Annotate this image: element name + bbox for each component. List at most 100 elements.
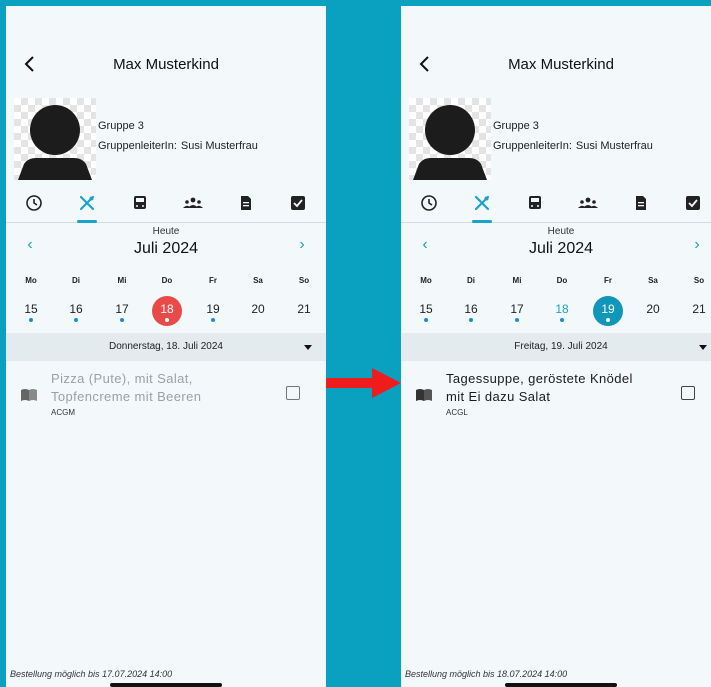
day-cell[interactable]: 16: [456, 296, 486, 326]
day-cell-selected[interactable]: 19: [593, 296, 623, 326]
weekday-label: Di: [467, 276, 475, 285]
day-cell[interactable]: 17: [107, 296, 137, 326]
tab-schedule[interactable]: [16, 192, 52, 222]
day-cell[interactable]: 20: [638, 296, 668, 326]
caret-down-icon[interactable]: [699, 345, 707, 350]
next-week-button[interactable]: ›: [687, 236, 707, 256]
day-cell[interactable]: 17: [502, 296, 532, 326]
leader-label: GruppenleiterIn:: [493, 140, 572, 152]
today-link[interactable]: Heute: [401, 226, 711, 237]
menu-dot: [560, 318, 564, 322]
day-number: 20: [251, 302, 265, 316]
person-icon: [18, 105, 92, 180]
document-icon: [241, 196, 251, 210]
home-indicator: [110, 683, 222, 687]
weekday-label: Mi: [512, 276, 522, 285]
weekday-label: So: [298, 276, 310, 285]
tab-bar: [6, 192, 326, 223]
menu-dot: [606, 318, 610, 322]
weekday-label: Mi: [117, 276, 127, 285]
group-icon: [578, 197, 598, 208]
meal-item: Pizza (Pute), mit Salat, Topfencreme mit…: [6, 370, 326, 430]
meal-description: Tagessuppe, geröstete Knödel mit Ei dazu…: [446, 371, 633, 404]
day-cell[interactable]: 16: [61, 296, 91, 326]
group-label: Gruppe 3: [98, 120, 144, 132]
today-link[interactable]: Heute: [6, 226, 326, 237]
phone-screen-before: Max Musterkind Gruppe 3 GruppenleiterIn:…: [6, 6, 326, 687]
group-leader: GruppenleiterIn: Susi Musterfrau: [98, 140, 258, 152]
checkbox-icon: [686, 196, 700, 210]
weekday-header: Mo Di Mi Do Fr Sa So: [401, 276, 711, 290]
month-navigation: ‹ Heute Juli 2024 ›: [401, 224, 711, 264]
group-leader: GruppenleiterIn: Susi Musterfrau: [493, 140, 653, 152]
weekday-label: Di: [72, 276, 80, 285]
tab-bus[interactable]: [517, 192, 553, 222]
document-icon: [636, 196, 646, 210]
tab-tasks[interactable]: [280, 192, 316, 222]
caret-down-icon[interactable]: [304, 345, 312, 350]
meal-description: Pizza (Pute), mit Salat, Topfencreme mit…: [51, 371, 202, 404]
tab-meals[interactable]: [464, 192, 500, 223]
tab-schedule[interactable]: [411, 192, 447, 222]
home-indicator: [505, 683, 617, 687]
day-number: 21: [692, 302, 706, 316]
weekday-label: So: [693, 276, 705, 285]
menu-dot: [424, 318, 428, 322]
checkbox-icon: [291, 196, 305, 210]
group-label: Gruppe 3: [493, 120, 539, 132]
day-cell[interactable]: 20: [243, 296, 273, 326]
tab-documents[interactable]: [623, 192, 659, 222]
weekday-label: Sa: [253, 276, 263, 285]
date-selector[interactable]: Donnerstag, 18. Juli 2024: [6, 333, 326, 361]
month-title: Juli 2024: [528, 240, 594, 257]
weekday-label: Fr: [604, 276, 612, 285]
weekday-label: Sa: [648, 276, 658, 285]
week-days: 15 16 17 18 19 20 21: [6, 296, 326, 330]
weekday-header: Mo Di Mi Do Fr Sa So: [6, 276, 326, 290]
day-cell[interactable]: 15: [411, 296, 441, 326]
week-days: 15 16 17 18 19 20 21: [401, 296, 711, 330]
order-deadline: Bestellung möglich bis 18.07.2024 14:00: [405, 669, 568, 679]
tab-bus[interactable]: [122, 192, 158, 222]
allergen-code: ACGL: [446, 408, 468, 417]
selected-date: Donnerstag, 18. Juli 2024: [109, 341, 223, 352]
avatar: [409, 98, 491, 180]
next-week-button[interactable]: ›: [292, 236, 312, 256]
order-deadline: Bestellung möglich bis 17.07.2024 14:00: [10, 669, 173, 679]
tab-documents[interactable]: [228, 192, 264, 222]
leader-label: GruppenleiterIn:: [98, 140, 177, 152]
order-checkbox[interactable]: [681, 386, 695, 400]
weekday-label: Mo: [420, 276, 432, 285]
meal-item: Tagessuppe, geröstete Knödel mit Ei dazu…: [401, 370, 711, 430]
tab-groups[interactable]: [175, 192, 211, 222]
menu-dot: [74, 318, 78, 322]
day-cell[interactable]: 21: [684, 296, 711, 326]
day-cell[interactable]: 15: [16, 296, 46, 326]
group-icon: [183, 197, 203, 208]
day-cell-selected[interactable]: 18: [152, 296, 182, 326]
tab-groups[interactable]: [570, 192, 606, 222]
fork-knife-icon: [79, 195, 95, 211]
app-header: Max Musterkind: [6, 6, 326, 88]
fork-knife-icon: [474, 195, 490, 211]
weekday-label: Mo: [25, 276, 37, 285]
selected-date: Freitag, 19. Juli 2024: [514, 341, 608, 352]
date-selector[interactable]: Freitag, 19. Juli 2024: [401, 333, 711, 361]
avatar: [14, 98, 96, 180]
page-title: Max Musterkind: [113, 56, 219, 73]
bus-icon: [134, 196, 146, 209]
clock-icon: [421, 195, 437, 211]
allergen-code: ACGM: [51, 408, 75, 417]
month-title: Juli 2024: [133, 240, 199, 257]
phone-screen-after: Max Musterkind Gruppe 3 GruppenleiterIn:…: [401, 6, 711, 687]
tab-tasks[interactable]: [675, 192, 711, 222]
book-icon: [21, 389, 37, 401]
day-cell[interactable]: 19: [198, 296, 228, 326]
day-cell-today[interactable]: 18: [547, 296, 577, 326]
menu-dot: [165, 318, 169, 322]
book-icon: [416, 389, 432, 401]
order-checkbox[interactable]: [286, 386, 300, 400]
day-cell[interactable]: 21: [289, 296, 319, 326]
month-navigation: ‹ Heute Juli 2024 ›: [6, 224, 326, 264]
tab-meals[interactable]: [69, 192, 105, 223]
